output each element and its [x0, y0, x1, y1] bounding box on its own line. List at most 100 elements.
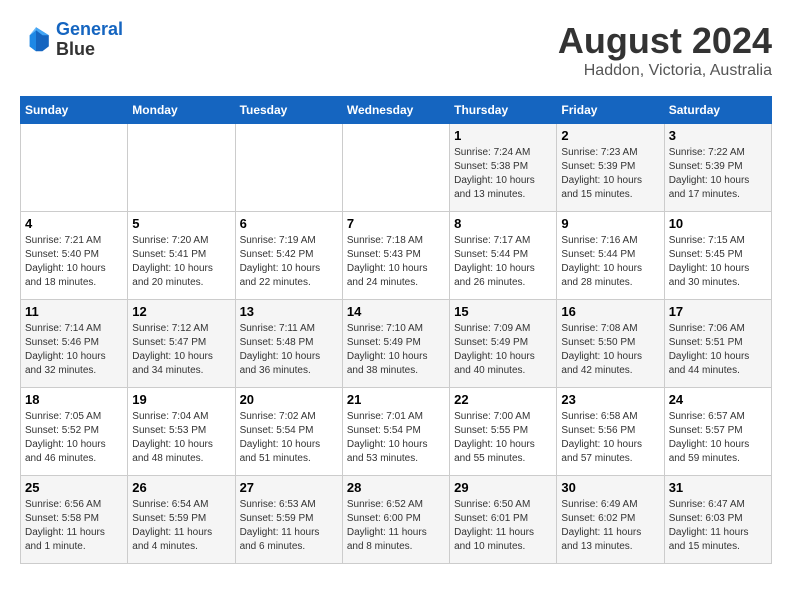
day-number: 24 [669, 392, 767, 407]
day-cell: 13 Sunrise: 7:11 AMSunset: 5:48 PMDayligh… [235, 300, 342, 388]
day-info: Sunrise: 6:58 AMSunset: 5:56 PMDaylight:… [561, 410, 659, 466]
day-info: Sunrise: 7:05 AMSunset: 5:52 PMDaylight:… [25, 410, 123, 466]
calendar-header-row: SundayMondayTuesdayWednesdayThursdayFrid… [21, 97, 772, 124]
day-number: 21 [347, 392, 445, 407]
week-row-1: 1 Sunrise: 7:24 AMSunset: 5:38 PMDaylight… [21, 124, 772, 212]
day-number: 8 [454, 216, 552, 231]
day-cell: 14 Sunrise: 7:10 AMSunset: 5:49 PMDayligh… [342, 300, 449, 388]
header-sunday: Sunday [21, 97, 128, 124]
day-number: 5 [132, 216, 230, 231]
day-number: 22 [454, 392, 552, 407]
day-cell: 21 Sunrise: 7:01 AMSunset: 5:54 PMDayligh… [342, 388, 449, 476]
day-number: 20 [240, 392, 338, 407]
day-number: 11 [25, 304, 123, 319]
day-cell: 25 Sunrise: 6:56 AMSunset: 5:58 PMDayligh… [21, 476, 128, 564]
day-cell [128, 124, 235, 212]
header-tuesday: Tuesday [235, 97, 342, 124]
week-row-3: 11 Sunrise: 7:14 AMSunset: 5:46 PMDayligh… [21, 300, 772, 388]
day-cell: 28 Sunrise: 6:52 AMSunset: 6:00 PMDayligh… [342, 476, 449, 564]
day-info: Sunrise: 7:21 AMSunset: 5:40 PMDaylight:… [25, 234, 123, 290]
day-cell: 10Sunrise: 7:15 AMSunset: 5:45 PMDayligh… [664, 212, 771, 300]
day-number: 26 [132, 480, 230, 495]
day-info: Sunrise: 6:47 AMSunset: 6:03 PMDaylight:… [669, 498, 767, 554]
day-number: 23 [561, 392, 659, 407]
day-info: Sunrise: 7:01 AMSunset: 5:54 PMDaylight:… [347, 410, 445, 466]
day-cell: 1 Sunrise: 7:24 AMSunset: 5:38 PMDaylight… [450, 124, 557, 212]
day-cell: 19 Sunrise: 7:04 AMSunset: 5:53 PMDayligh… [128, 388, 235, 476]
day-number: 18 [25, 392, 123, 407]
day-number: 25 [25, 480, 123, 495]
day-number: 28 [347, 480, 445, 495]
day-cell: 26 Sunrise: 6:54 AMSunset: 5:59 PMDayligh… [128, 476, 235, 564]
day-info: Sunrise: 7:12 AMSunset: 5:47 PMDaylight:… [132, 322, 230, 378]
day-number: 19 [132, 392, 230, 407]
day-cell [21, 124, 128, 212]
day-info: Sunrise: 6:57 AMSunset: 5:57 PMDaylight:… [669, 410, 767, 466]
day-number: 29 [454, 480, 552, 495]
day-info: Sunrise: 6:54 AMSunset: 5:59 PMDaylight:… [132, 498, 230, 554]
day-cell: 17 Sunrise: 7:06 AMSunset: 5:51 PMDayligh… [664, 300, 771, 388]
day-cell: 8Sunrise: 7:17 AMSunset: 5:44 PMDaylight… [450, 212, 557, 300]
logo-icon [20, 24, 52, 56]
day-info: Sunrise: 7:23 AMSunset: 5:39 PMDaylight:… [561, 146, 659, 202]
day-info: Sunrise: 6:53 AMSunset: 5:59 PMDaylight:… [240, 498, 338, 554]
day-number: 15 [454, 304, 552, 319]
day-info: Sunrise: 7:06 AMSunset: 5:51 PMDaylight:… [669, 322, 767, 378]
day-cell: 6Sunrise: 7:19 AMSunset: 5:42 PMDaylight… [235, 212, 342, 300]
day-number: 17 [669, 304, 767, 319]
day-number: 12 [132, 304, 230, 319]
day-info: Sunrise: 6:56 AMSunset: 5:58 PMDaylight:… [25, 498, 123, 554]
week-row-5: 25 Sunrise: 6:56 AMSunset: 5:58 PMDayligh… [21, 476, 772, 564]
logo-text: General Blue [56, 20, 123, 60]
day-cell [342, 124, 449, 212]
day-number: 13 [240, 304, 338, 319]
day-info: Sunrise: 7:02 AMSunset: 5:54 PMDaylight:… [240, 410, 338, 466]
header: General Blue August 2024 Haddon, Victori… [20, 20, 772, 80]
day-cell: 24 Sunrise: 6:57 AMSunset: 5:57 PMDayligh… [664, 388, 771, 476]
day-info: Sunrise: 7:14 AMSunset: 5:46 PMDaylight:… [25, 322, 123, 378]
day-cell: 31 Sunrise: 6:47 AMSunset: 6:03 PMDayligh… [664, 476, 771, 564]
day-info: Sunrise: 7:24 AMSunset: 5:38 PMDaylight:… [454, 146, 552, 202]
day-info: Sunrise: 7:11 AMSunset: 5:48 PMDaylight:… [240, 322, 338, 378]
month-year-title: August 2024 [558, 20, 772, 62]
day-cell: 3Sunrise: 7:22 AMSunset: 5:39 PMDaylight… [664, 124, 771, 212]
day-cell: 11 Sunrise: 7:14 AMSunset: 5:46 PMDayligh… [21, 300, 128, 388]
day-info: Sunrise: 7:04 AMSunset: 5:53 PMDaylight:… [132, 410, 230, 466]
header-friday: Friday [557, 97, 664, 124]
calendar-table: SundayMondayTuesdayWednesdayThursdayFrid… [20, 96, 772, 564]
day-info: Sunrise: 6:49 AMSunset: 6:02 PMDaylight:… [561, 498, 659, 554]
day-info: Sunrise: 7:00 AMSunset: 5:55 PMDaylight:… [454, 410, 552, 466]
header-thursday: Thursday [450, 97, 557, 124]
day-cell: 15Sunrise: 7:09 AMSunset: 5:49 PMDayligh… [450, 300, 557, 388]
day-info: Sunrise: 7:10 AMSunset: 5:49 PMDaylight:… [347, 322, 445, 378]
day-number: 2 [561, 128, 659, 143]
title-area: August 2024 Haddon, Victoria, Australia [558, 20, 772, 80]
day-info: Sunrise: 6:52 AMSunset: 6:00 PMDaylight:… [347, 498, 445, 554]
day-info: Sunrise: 7:16 AMSunset: 5:44 PMDaylight:… [561, 234, 659, 290]
day-number: 16 [561, 304, 659, 319]
day-number: 30 [561, 480, 659, 495]
day-cell: 2 Sunrise: 7:23 AMSunset: 5:39 PMDaylight… [557, 124, 664, 212]
day-number: 31 [669, 480, 767, 495]
day-number: 10 [669, 216, 767, 231]
day-cell: 12 Sunrise: 7:12 AMSunset: 5:47 PMDayligh… [128, 300, 235, 388]
day-cell: 4Sunrise: 7:21 AMSunset: 5:40 PMDaylight… [21, 212, 128, 300]
day-cell [235, 124, 342, 212]
day-number: 1 [454, 128, 552, 143]
day-info: Sunrise: 7:20 AMSunset: 5:41 PMDaylight:… [132, 234, 230, 290]
day-number: 6 [240, 216, 338, 231]
logo: General Blue [20, 20, 123, 60]
header-wednesday: Wednesday [342, 97, 449, 124]
day-cell: 22 Sunrise: 7:00 AMSunset: 5:55 PMDayligh… [450, 388, 557, 476]
day-info: Sunrise: 7:08 AMSunset: 5:50 PMDaylight:… [561, 322, 659, 378]
day-cell: 5 Sunrise: 7:20 AMSunset: 5:41 PMDaylight… [128, 212, 235, 300]
day-number: 7 [347, 216, 445, 231]
day-number: 27 [240, 480, 338, 495]
day-cell: 20 Sunrise: 7:02 AMSunset: 5:54 PMDayligh… [235, 388, 342, 476]
day-number: 14 [347, 304, 445, 319]
day-info: Sunrise: 7:22 AMSunset: 5:39 PMDaylight:… [669, 146, 767, 202]
day-cell: 29 Sunrise: 6:50 AMSunset: 6:01 PMDayligh… [450, 476, 557, 564]
location-title: Haddon, Victoria, Australia [558, 62, 772, 80]
day-info: Sunrise: 6:50 AMSunset: 6:01 PMDaylight:… [454, 498, 552, 554]
day-cell: 18 Sunrise: 7:05 AMSunset: 5:52 PMDayligh… [21, 388, 128, 476]
